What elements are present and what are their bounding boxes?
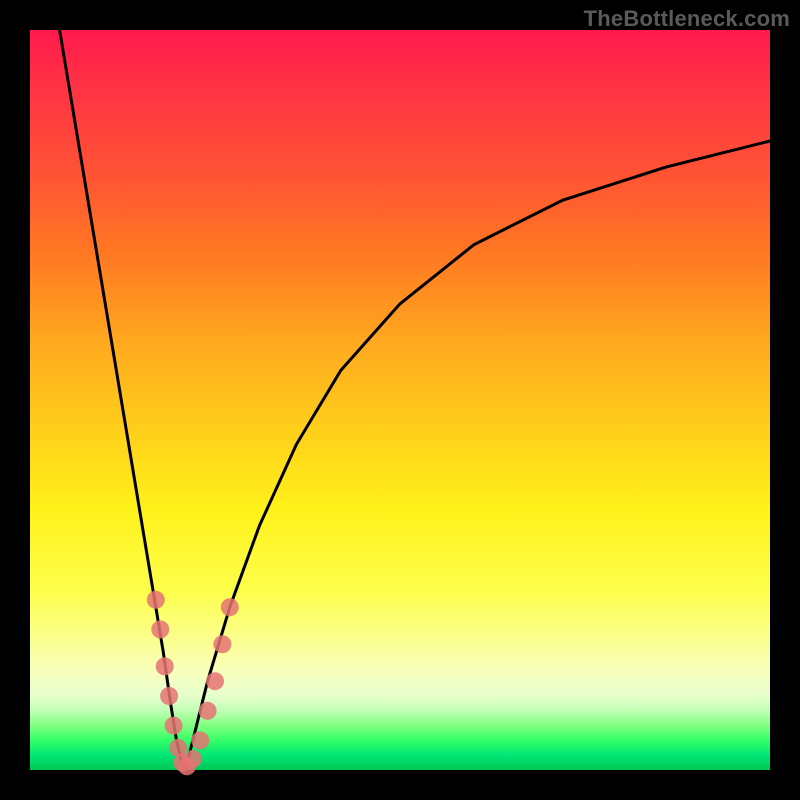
watermark-text: TheBottleneck.com (584, 6, 790, 32)
plot-area (30, 30, 770, 770)
marker-point (191, 731, 209, 749)
marker-point (213, 635, 231, 653)
marker-point (206, 672, 224, 690)
marker-point (160, 687, 178, 705)
marker-point (221, 598, 239, 616)
marker-point (147, 591, 165, 609)
chart-frame: TheBottleneck.com (0, 0, 800, 800)
marker-point (199, 702, 217, 720)
marker-point (151, 620, 169, 638)
chart-svg (30, 30, 770, 770)
curve-right-branch (185, 141, 770, 770)
marker-point (156, 657, 174, 675)
marker-point (165, 717, 183, 735)
marker-point (184, 750, 202, 768)
